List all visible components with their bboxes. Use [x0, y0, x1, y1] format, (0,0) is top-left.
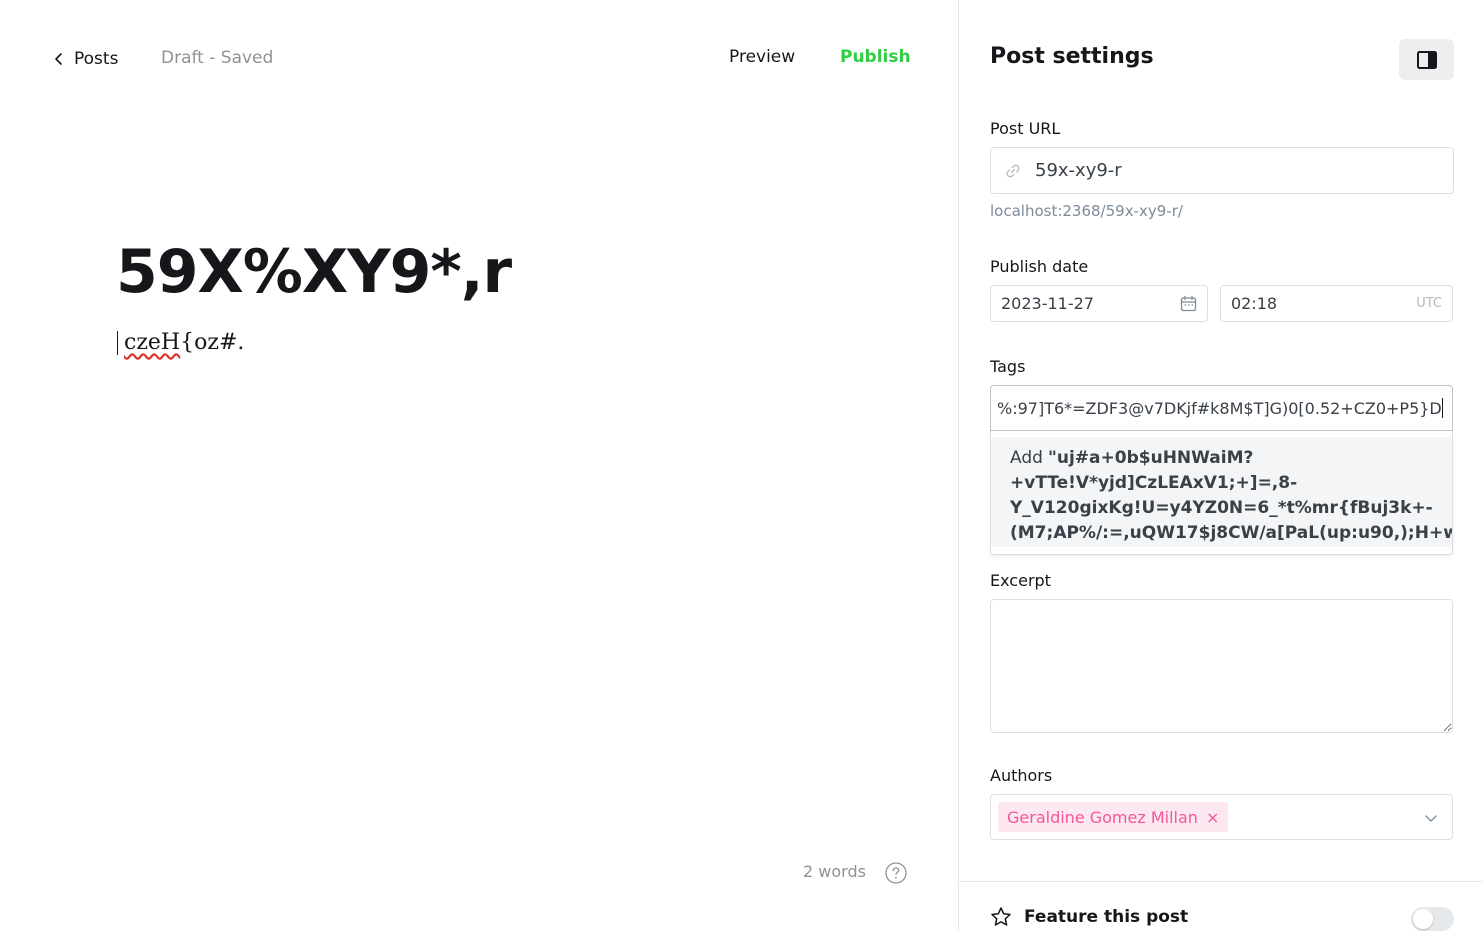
text-caret — [1441, 398, 1443, 418]
post-settings-panel: Post settings Post URL 59x-xy9-r localho… — [958, 0, 1483, 931]
remove-author-icon[interactable]: × — [1206, 808, 1219, 827]
settings-title: Post settings — [990, 44, 1154, 69]
help-icon[interactable] — [885, 862, 907, 884]
back-to-posts-link[interactable]: Posts — [52, 47, 118, 71]
new-tag-line: "uj#a+0b$uHNWaiM? — [1048, 448, 1254, 468]
post-url-input[interactable]: 59x-xy9-r — [990, 147, 1454, 194]
publish-date-input[interactable]: 2023-11-27 — [990, 285, 1208, 322]
calendar-icon[interactable] — [1180, 295, 1197, 312]
post-body[interactable]: czeH {oz#. — [117, 330, 244, 355]
authors-label: Authors — [990, 766, 1053, 785]
tags-input[interactable]: %:97]T6*=ZDF3@v7DKjf#k8M$T]G)0[0.52+CZ0+… — [990, 385, 1453, 431]
add-new-tag-option[interactable]: Add "uj#a+0b$uHNWaiM? +vTTe!V*yjd]CzLEAx… — [991, 437, 1452, 547]
link-icon — [1006, 164, 1020, 177]
back-link-label: Posts — [74, 49, 119, 69]
new-tag-line: (M7;AP%/:=,uQW17$j8CW/a[PaL(up:u90,);H+w… — [1010, 523, 1452, 543]
tag-suggestion-dropdown: Add "uj#a+0b$uHNWaiM? +vTTe!V*yjd]CzLEAx… — [990, 431, 1453, 555]
excerpt-label: Excerpt — [990, 571, 1051, 590]
section-divider — [959, 881, 1483, 882]
timezone-label: UTC — [1416, 296, 1442, 311]
sidebar-toggle-icon — [1416, 50, 1437, 69]
new-tag-line: Y_V120gixKg!U=y4YZ0N=6_*t%mr{fBuj3k+- — [1010, 498, 1433, 518]
post-url-label: Post URL — [990, 119, 1061, 138]
body-text: {oz#. — [180, 330, 245, 355]
chevron-left-icon — [55, 53, 62, 65]
new-tag-line: +vTTe!V*yjd]CzLEAxV1;+]=,8- — [1010, 473, 1298, 493]
post-url-value: 59x-xy9-r — [1035, 160, 1122, 181]
post-status: Draft - Saved — [161, 48, 274, 68]
author-name: Geraldine Gomez Millan — [1007, 807, 1198, 827]
tags-label: Tags — [990, 357, 1026, 376]
preview-button[interactable]: Preview — [729, 47, 795, 67]
post-url-hint: localhost:2368/59x-xy9-r/ — [990, 202, 1183, 220]
publish-date-label: Publish date — [990, 257, 1089, 276]
text-caret — [117, 330, 118, 355]
star-icon — [991, 907, 1011, 926]
word-count: 2 words — [803, 862, 866, 881]
excerpt-textarea[interactable] — [990, 599, 1453, 733]
feature-post-row: Feature this post — [990, 906, 1188, 928]
misspelled-word: czeH — [124, 330, 181, 355]
tags-input-value: %:97]T6*=ZDF3@v7DKjf#k8M$T]G)0[0.52+CZ0+… — [997, 398, 1442, 418]
publish-time-input[interactable]: 02:18 UTC — [1220, 285, 1453, 322]
chevron-down-icon[interactable] — [1424, 811, 1438, 825]
sidebar-toggle-button[interactable] — [1399, 39, 1454, 80]
publish-date-value: 2023-11-27 — [1001, 294, 1094, 313]
editor-topbar: Posts Draft - Saved Preview Publish — [0, 0, 958, 118]
toggle-knob — [1413, 909, 1433, 929]
editor-pane: Posts Draft - Saved Preview Publish 59X%… — [0, 0, 958, 931]
author-token: Geraldine Gomez Millan × — [998, 802, 1229, 832]
post-title[interactable]: 59X%XY9*,r — [116, 234, 512, 310]
publish-time-value: 02:18 — [1231, 294, 1278, 313]
add-word: Add — [1010, 448, 1043, 468]
authors-select[interactable]: Geraldine Gomez Millan × — [990, 794, 1453, 840]
feature-post-label: Feature this post — [1024, 907, 1189, 927]
publish-button[interactable]: Publish — [840, 47, 911, 67]
feature-post-toggle[interactable] — [1411, 907, 1454, 931]
